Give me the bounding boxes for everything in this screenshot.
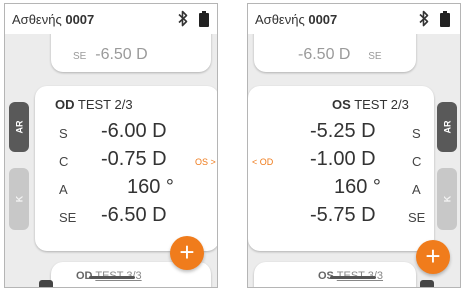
device-screen-os: Ασθενής 0007 -6.50 D SE OS TEST 2/3 -5.2… bbox=[247, 3, 461, 288]
switch-eye-link-os[interactable]: OS > bbox=[195, 157, 216, 167]
status-bar: Ασθενής 0007 bbox=[5, 4, 217, 34]
bluetooth-icon bbox=[419, 10, 429, 27]
tab-k[interactable]: K bbox=[437, 168, 457, 230]
bluetooth-icon bbox=[178, 10, 188, 27]
battery-icon bbox=[199, 11, 209, 27]
row-sphere: S -6.00 D bbox=[59, 120, 167, 142]
row-value-se: -6.50 D bbox=[298, 46, 351, 63]
test-header: OS TEST 2/3 bbox=[332, 97, 409, 112]
drag-handle[interactable] bbox=[89, 276, 135, 279]
test-card-od: OD TEST 2/3 S -6.00 D C -0.75 D A 160 ° … bbox=[35, 86, 217, 251]
add-button[interactable]: + bbox=[170, 236, 204, 270]
patient-title: Ασθενής 0007 bbox=[12, 12, 95, 27]
device-screen-od: Ασθενής 0007 SE -6.50 D OD TEST 2/3 S -6… bbox=[4, 3, 218, 288]
next-test-card[interactable]: OS TEST 3/3 bbox=[254, 262, 416, 287]
row-axis: A 160 ° bbox=[59, 176, 174, 198]
row-cylinder: C -0.75 D bbox=[59, 148, 167, 170]
row-cylinder: -1.00 D C bbox=[310, 148, 422, 170]
row-sphere: -5.25 D S bbox=[310, 120, 421, 142]
tab-ar[interactable]: AR bbox=[437, 102, 457, 152]
add-button[interactable]: + bbox=[416, 240, 450, 274]
row-label-se: SE bbox=[368, 51, 382, 62]
tab-indicator bbox=[39, 280, 53, 287]
row-value-se: -6.50 D bbox=[95, 46, 148, 63]
drag-handle[interactable] bbox=[330, 276, 376, 279]
row-label-se: SE bbox=[73, 51, 87, 62]
tab-k[interactable]: K bbox=[9, 168, 29, 230]
tab-ar[interactable]: AR bbox=[9, 102, 29, 152]
test-card-os: OS TEST 2/3 -5.25 D S -1.00 D C 160 ° A … bbox=[248, 86, 434, 251]
switch-eye-link-od[interactable]: < OD bbox=[252, 157, 273, 167]
row-spherical-equivalent: SE -6.50 D bbox=[59, 204, 167, 226]
tab-indicator bbox=[420, 280, 434, 287]
row-axis: 160 ° A bbox=[334, 176, 421, 198]
test-header: OD TEST 2/3 bbox=[55, 97, 133, 112]
battery-icon bbox=[440, 11, 450, 27]
patient-title: Ασθενής 0007 bbox=[255, 12, 338, 27]
row-spherical-equivalent: -5.75 D SE bbox=[310, 204, 426, 226]
status-bar: Ασθενής 0007 bbox=[248, 4, 460, 34]
